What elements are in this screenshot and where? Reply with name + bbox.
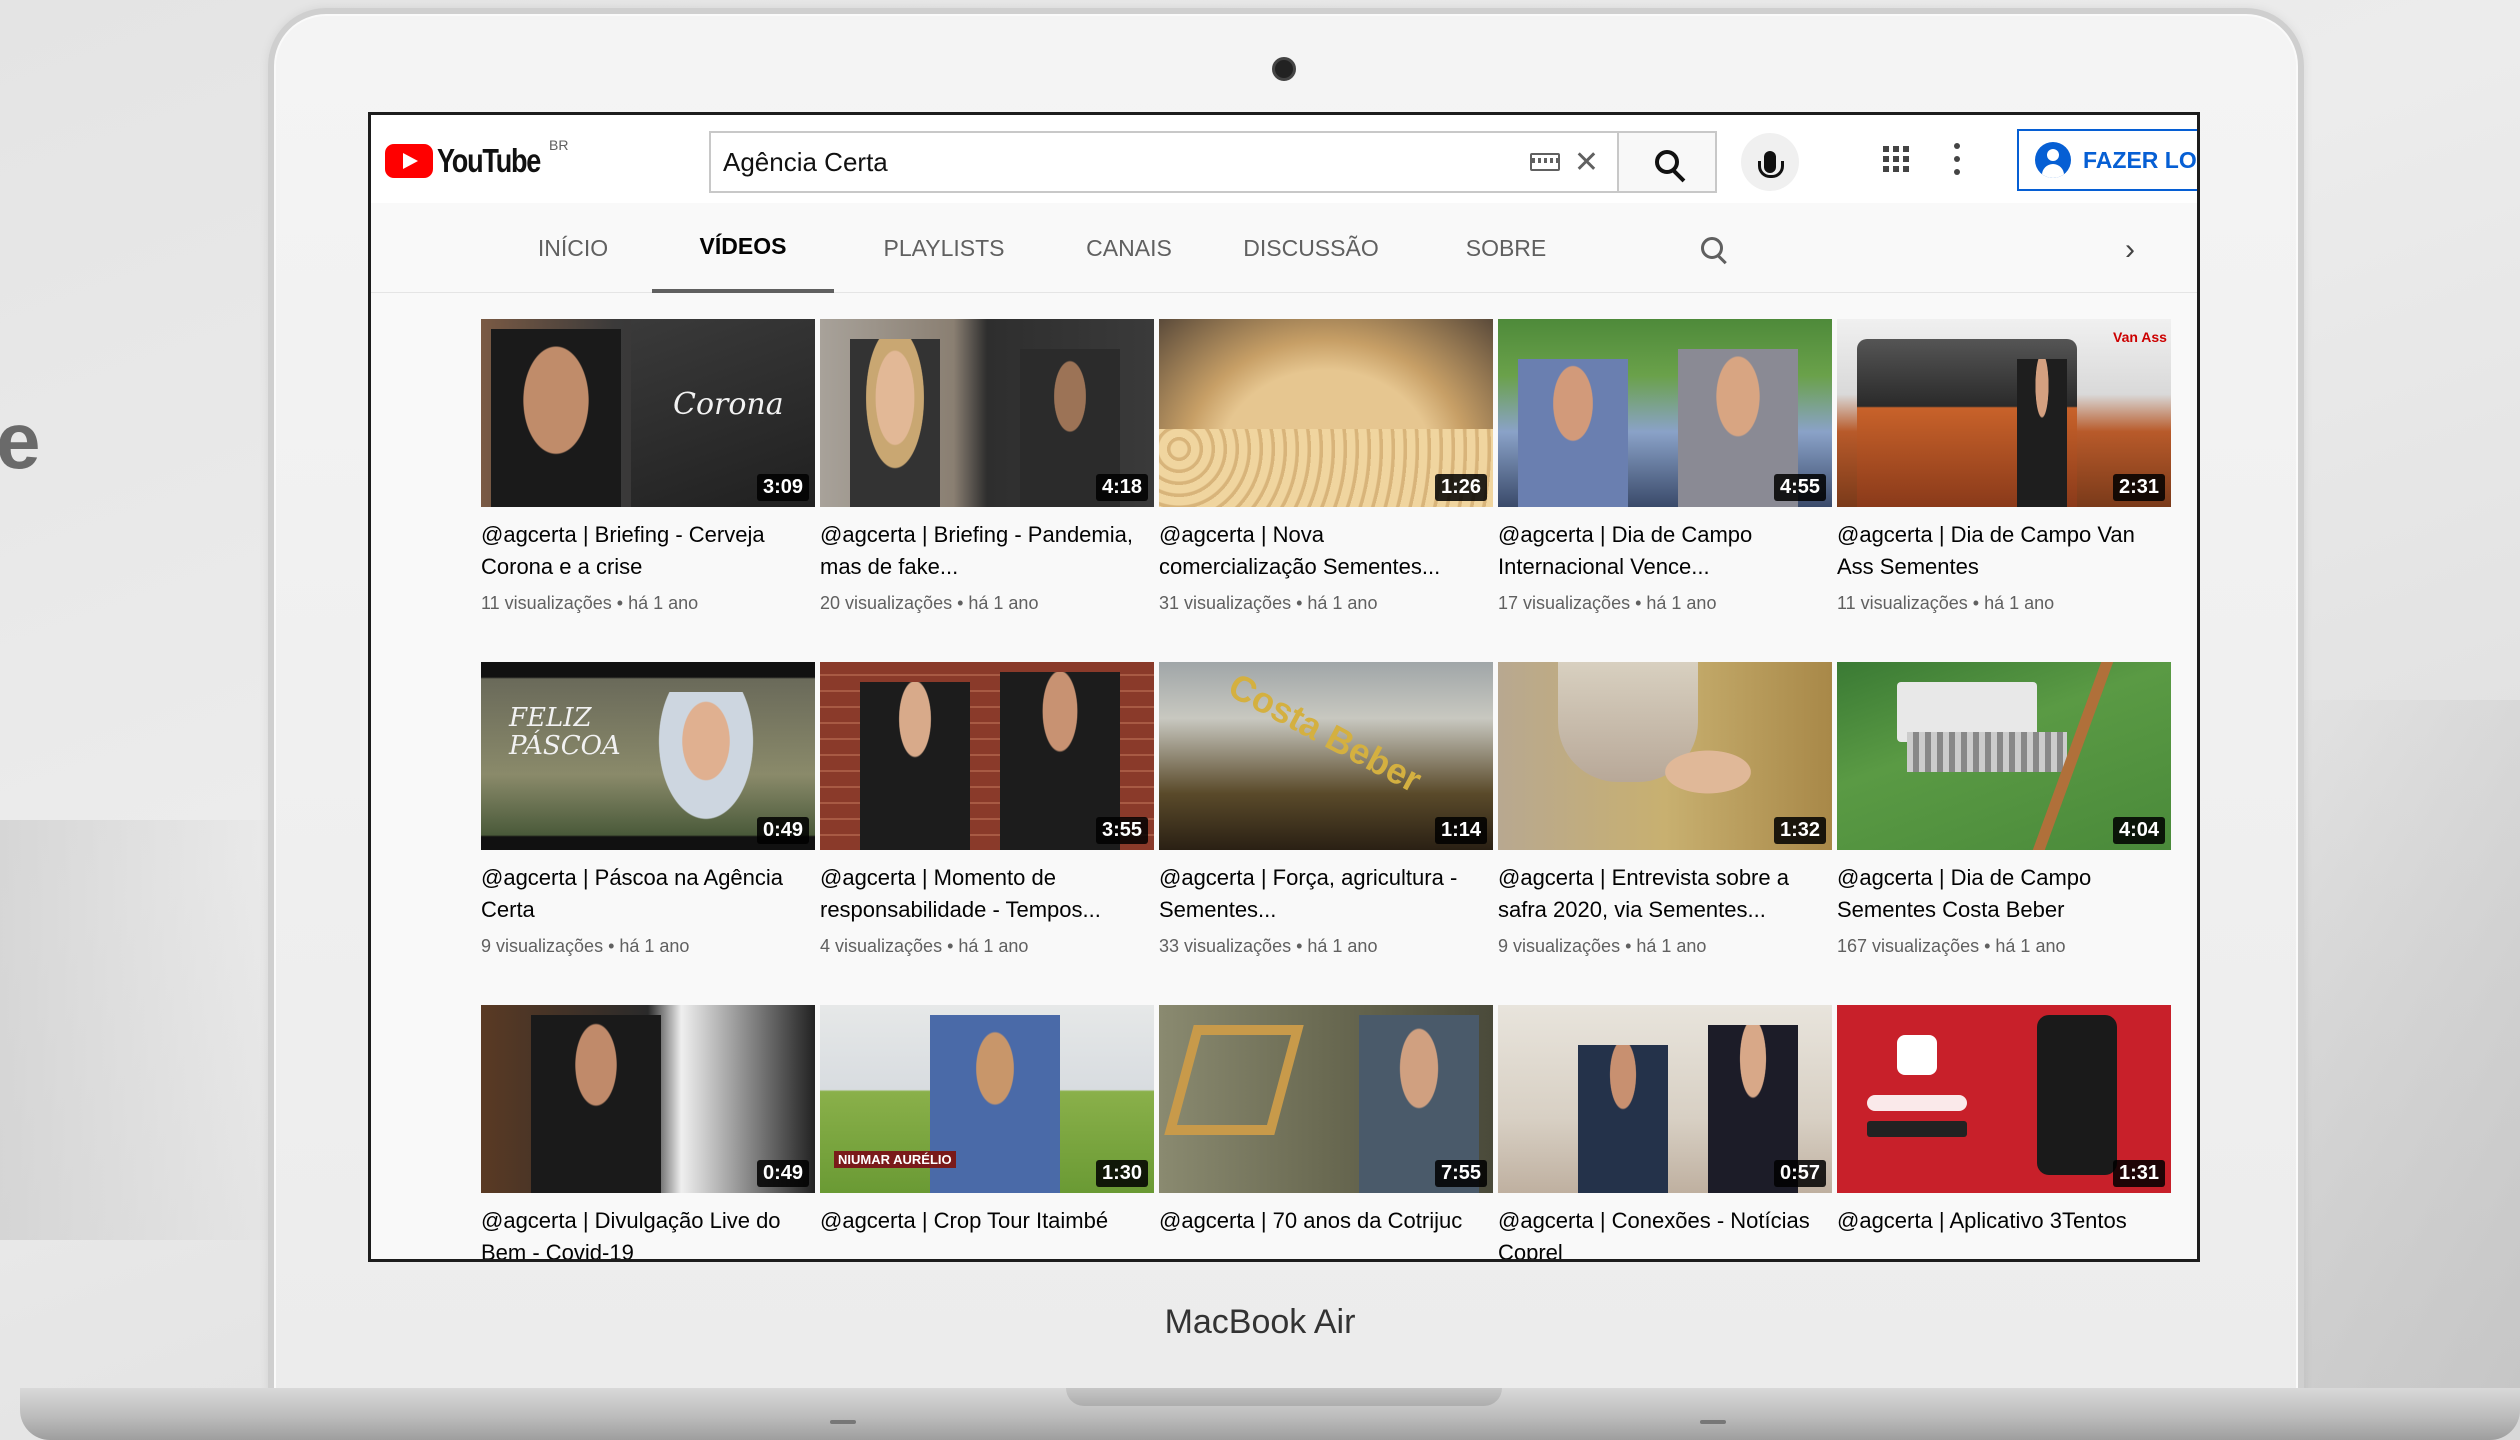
tab-videos[interactable]: VÍDEOS xyxy=(652,203,834,293)
video-title[interactable]: @agcerta | 70 anos da Cotrijuc xyxy=(1159,1205,1479,1237)
thumbnail-brand-text: Corona xyxy=(673,387,784,422)
thumbnail-greeting-text: FELIZ PÁSCOA xyxy=(509,703,621,761)
video-thumbnail[interactable]: Van Ass 2:31 xyxy=(1837,319,2171,507)
more-options-icon[interactable] xyxy=(1953,143,1961,175)
video-meta: 9 visualizações • há 1 ano xyxy=(481,936,690,956)
video-duration: 3:09 xyxy=(756,474,809,501)
device-model-label: MacBook Air xyxy=(1164,1303,1356,1341)
video-duration: 4:04 xyxy=(2112,817,2165,844)
thumbnail-brand-text: Costa Beber xyxy=(1222,664,1429,801)
video-meta: 4 visualizações • há 1 ano xyxy=(820,936,1029,956)
video-meta: 17 visualizações • há 1 ano xyxy=(1498,593,1717,613)
keyboard-icon[interactable] xyxy=(1529,153,1560,171)
video-duration: 1:30 xyxy=(1095,1160,1148,1187)
video-duration: 1:32 xyxy=(1773,817,1826,844)
video-duration: 1:14 xyxy=(1434,817,1487,844)
thumbnail-brand-text: Van Ass xyxy=(2113,329,2167,345)
video-thumbnail[interactable]: 0:57 xyxy=(1498,1005,1832,1193)
video-meta: 11 visualizações • há 1 ano xyxy=(481,593,699,613)
video-title[interactable]: @agcerta | Briefing - Cerveja Corona e a… xyxy=(481,519,801,583)
account-icon xyxy=(2035,142,2071,178)
video-thumbnail[interactable]: Costa Beber 1:14 xyxy=(1159,662,1493,850)
video-duration: 3:55 xyxy=(1095,817,1148,844)
laptop-foot xyxy=(830,1420,856,1424)
sign-in-button[interactable]: FAZER LOG xyxy=(2017,129,2197,191)
video-duration: 0:49 xyxy=(756,817,809,844)
background-shadow-left xyxy=(0,820,300,1240)
youtube-logo[interactable]: YouTube BR xyxy=(385,137,568,181)
video-title[interactable]: @agcerta | Dia de Campo Van Ass Sementes xyxy=(1837,519,2157,583)
video-title[interactable]: @agcerta | Crop Tour Itaimbé xyxy=(820,1205,1140,1237)
chevron-right-icon[interactable]: › xyxy=(2125,233,2135,267)
video-title[interactable]: @agcerta | Dia de Campo Internacional Ve… xyxy=(1498,519,1818,583)
laptop-notch xyxy=(1066,1388,1502,1406)
video-duration: 2:31 xyxy=(2112,474,2165,501)
search-button[interactable] xyxy=(1617,131,1717,193)
tab-canais[interactable]: CANAIS xyxy=(1059,203,1199,293)
video-title[interactable]: @agcerta | Dia de Campo Sementes Costa B… xyxy=(1837,862,2157,926)
video-duration: 0:57 xyxy=(1773,1160,1826,1187)
video-thumbnail[interactable]: 4:55 xyxy=(1498,319,1832,507)
video-duration: 1:31 xyxy=(2112,1160,2165,1187)
video-thumbnail[interactable]: 1:32 xyxy=(1498,662,1832,850)
microphone-icon xyxy=(1758,151,1784,178)
thumbnail-lower-third: NIUMAR AURÉLIO xyxy=(834,1151,956,1168)
video-thumbnail[interactable]: Corona 3:09 xyxy=(481,319,815,507)
video-meta: 31 visualizações • há 1 ano xyxy=(1159,593,1378,613)
webcam xyxy=(1272,57,1296,81)
video-title[interactable]: @agcerta | Nova comercialização Sementes… xyxy=(1159,519,1479,583)
video-thumbnail[interactable]: 4:18 xyxy=(820,319,1154,507)
video-duration: 0:49 xyxy=(756,1160,809,1187)
laptop-foot xyxy=(1700,1420,1726,1424)
video-thumbnail[interactable]: NIUMAR AURÉLIO 1:30 xyxy=(820,1005,1154,1193)
video-title[interactable]: @agcerta | Entrevista sobre a safra 2020… xyxy=(1498,862,1818,926)
video-thumbnail[interactable]: FELIZ PÁSCOA 0:49 xyxy=(481,662,815,850)
search-icon xyxy=(1655,150,1679,174)
video-title[interactable]: @agcerta | Momento de responsabilidade -… xyxy=(820,862,1140,926)
video-title[interactable]: @agcerta | Aplicativo 3Tentos xyxy=(1837,1205,2157,1237)
video-title[interactable]: @agcerta | Briefing - Pandemia, mas de f… xyxy=(820,519,1140,583)
clear-icon[interactable]: ✕ xyxy=(1574,145,1599,180)
tab-sobre[interactable]: SOBRE xyxy=(1431,203,1581,293)
video-title[interactable]: @agcerta | Páscoa na Agência Certa xyxy=(481,862,801,926)
video-meta: 20 visualizações • há 1 ano xyxy=(820,593,1039,613)
logo-wordmark: YouTube xyxy=(437,142,541,179)
channel-tabs: INÍCIO VÍDEOS PLAYLISTS CANAIS DISCUSSÃO… xyxy=(371,203,2197,293)
video-title[interactable]: @agcerta | Divulgação Live do Bem - Covi… xyxy=(481,1205,801,1259)
video-title[interactable]: @agcerta | Conexões - Notícias Coprel xyxy=(1498,1205,1818,1259)
video-meta: 33 visualizações • há 1 ano xyxy=(1159,936,1378,956)
video-duration: 4:55 xyxy=(1773,474,1826,501)
video-meta: 11 visualizações • há 1 ano xyxy=(1837,593,2055,613)
tab-discussao[interactable]: DISCUSSÃO xyxy=(1201,203,1421,293)
video-thumbnail[interactable]: 3:55 xyxy=(820,662,1154,850)
video-thumbnail[interactable]: 0:49 xyxy=(481,1005,815,1193)
video-duration: 4:18 xyxy=(1095,474,1148,501)
tab-playlists[interactable]: PLAYLISTS xyxy=(853,203,1035,293)
tab-inicio[interactable]: INÍCIO xyxy=(507,203,639,293)
video-duration: 1:26 xyxy=(1434,474,1487,501)
play-logo-icon xyxy=(385,144,433,178)
youtube-header: YouTube BR ✕ FAZER LOG xyxy=(371,115,2197,203)
search-input[interactable] xyxy=(711,133,1530,191)
apps-grid-icon[interactable] xyxy=(1883,146,1909,172)
video-thumbnail[interactable]: 4:04 xyxy=(1837,662,2171,850)
video-duration: 7:55 xyxy=(1434,1160,1487,1187)
video-title[interactable]: @agcerta | Força, agricultura - Sementes… xyxy=(1159,862,1479,926)
channel-search-icon[interactable] xyxy=(1701,237,1723,259)
sign-in-label: FAZER LOG xyxy=(2083,146,2197,173)
video-meta: 9 visualizações • há 1 ano xyxy=(1498,936,1707,956)
screen: YouTube BR ✕ FAZER LOG INÍCIO VÍDEOS PLA… xyxy=(368,112,2200,1262)
video-thumbnail[interactable]: 7:55 xyxy=(1159,1005,1493,1193)
video-thumbnail[interactable]: 1:26 xyxy=(1159,319,1493,507)
country-code: BR xyxy=(549,137,569,153)
background-letter: e xyxy=(0,396,41,485)
video-thumbnail[interactable]: 1:31 xyxy=(1837,1005,2171,1193)
search-box: ✕ xyxy=(709,131,1617,193)
voice-search-button[interactable] xyxy=(1741,133,1799,191)
video-meta: 167 visualizações • há 1 ano xyxy=(1837,936,2066,956)
